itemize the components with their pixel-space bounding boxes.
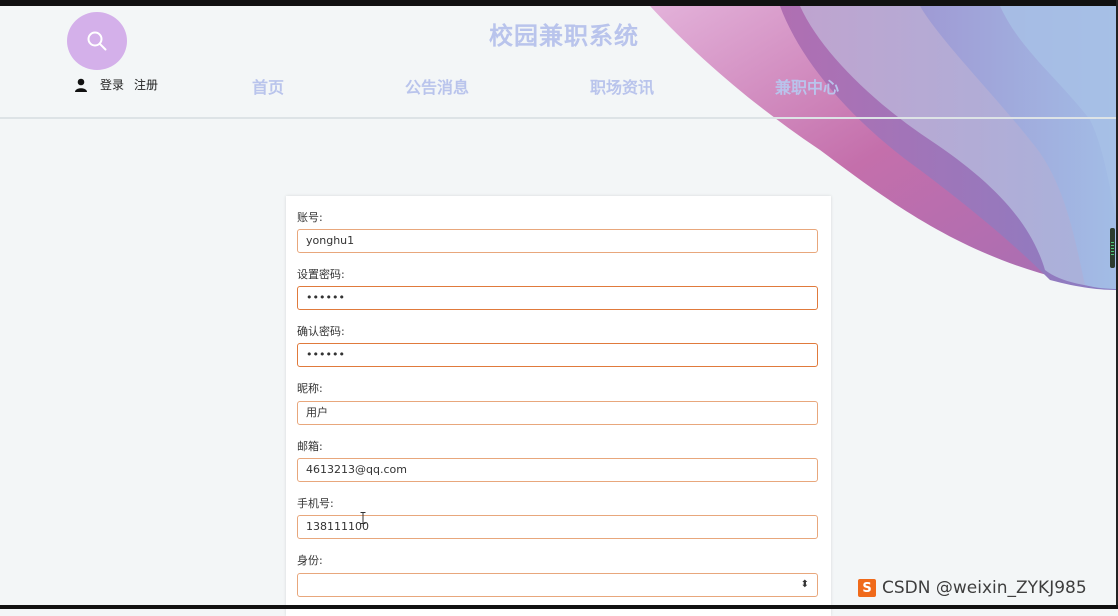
email-label: 邮箱: [297,440,323,453]
nav-home[interactable]: 首页 [252,74,284,98]
nav-career-news[interactable]: 职场资讯 [590,74,654,98]
phone-input[interactable]: 138111100 [297,515,818,539]
site-title: 校园兼职系统 [489,22,639,50]
email-input[interactable]: 4613213@qq.com [297,458,818,482]
confirm-password-label: 确认密码: [297,325,345,338]
confirm-password-input[interactable]: •••••• [297,343,818,367]
user-icon [75,78,87,92]
account-label: 账号: [297,211,323,224]
identity-label: 身份: [297,554,323,567]
site-header: 校园兼职系统 登录 注册 首页 公告消息 职场资讯 兼职中心 [0,6,1118,118]
identity-select[interactable]: ⬍ [297,573,818,597]
window-bottom-edge [0,605,1118,609]
search-icon [87,31,107,51]
nav-announcements[interactable]: 公告消息 [405,74,469,98]
scrollbar-thumb[interactable] [1110,228,1115,268]
password-label: 设置密码: [297,268,345,281]
auth-links: 登录 注册 [74,76,168,93]
ime-logo-icon: S [858,579,876,597]
nav-parttime-center[interactable]: 兼职中心 [775,74,839,98]
window-top-edge [0,0,1118,6]
watermark-text: CSDN @weixin_ZYKJ985 [882,578,1087,598]
password-input[interactable]: •••••• [297,286,818,310]
watermark: S CSDN @weixin_ZYKJ985 [858,578,1087,598]
text-cursor-icon [360,512,366,524]
register-link[interactable]: 注册 [134,76,158,93]
search-button[interactable] [67,12,127,70]
select-arrows-icon: ⬍ [800,579,809,590]
login-link[interactable]: 登录 [100,76,124,93]
nickname-label: 昵称: [297,382,323,395]
account-input[interactable]: yonghu1 [297,229,818,253]
nickname-input[interactable]: 用户 [297,401,818,425]
registration-form: 账号: yonghu1 设置密码: •••••• 确认密码: •••••• 昵称… [286,196,831,616]
phone-label: 手机号: [297,497,334,510]
